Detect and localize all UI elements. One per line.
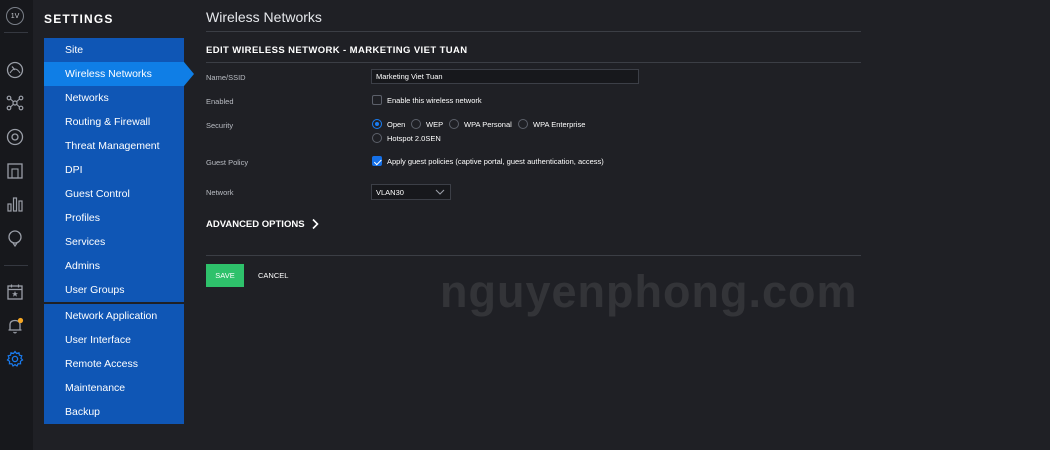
network-label: Network xyxy=(206,188,234,197)
devices-icon[interactable] xyxy=(5,127,25,147)
menu-item-remote-access[interactable]: Remote Access xyxy=(44,352,184,376)
dashboard-icon[interactable] xyxy=(5,60,25,80)
security-radio-wep[interactable] xyxy=(411,119,421,129)
rail-divider xyxy=(4,265,28,266)
menu-item-user-groups[interactable]: User Groups xyxy=(44,278,184,302)
menu-item-networks[interactable]: Networks xyxy=(44,86,184,110)
security-option-label: WPA Personal xyxy=(464,120,512,129)
security-radio-open[interactable] xyxy=(372,119,382,129)
enabled-label: Enabled xyxy=(206,97,234,106)
topology-icon[interactable] xyxy=(5,93,25,113)
menu-group: Site Wireless Networks Networks Routing … xyxy=(44,38,194,302)
menu-group: Network Application User Interface Remot… xyxy=(44,304,184,424)
guest-policy-checkbox-label: Apply guest policies (captive portal, gu… xyxy=(387,157,604,166)
icon-rail: 1V xyxy=(0,0,33,450)
menu-item-network-application[interactable]: Network Application xyxy=(44,304,184,328)
settings-menu: Site Wireless Networks Networks Routing … xyxy=(44,38,194,424)
security-option-label: Hotspot 2.0SEN xyxy=(387,134,441,143)
settings-title: SETTINGS xyxy=(44,12,114,26)
menu-item-site[interactable]: Site xyxy=(44,38,184,62)
statistics-icon[interactable] xyxy=(5,194,25,214)
enabled-checkbox[interactable] xyxy=(372,95,382,105)
network-select[interactable]: VLAN30 xyxy=(371,184,451,200)
section-title: EDIT WIRELESS NETWORK - MARKETING VIET T… xyxy=(206,45,468,56)
divider xyxy=(206,31,861,32)
ssid-input[interactable] xyxy=(371,69,639,84)
advanced-options-toggle[interactable]: ADVANCED OPTIONS xyxy=(206,219,305,230)
divider xyxy=(206,62,861,63)
enabled-checkbox-label: Enable this wireless network xyxy=(387,96,482,105)
chevron-down-icon xyxy=(435,189,445,195)
menu-item-maintenance[interactable]: Maintenance xyxy=(44,376,184,400)
menu-item-routing-firewall[interactable]: Routing & Firewall xyxy=(44,110,184,134)
cancel-button[interactable]: CANCEL xyxy=(252,264,294,287)
settings-icon[interactable] xyxy=(5,349,25,369)
menu-item-guest-control[interactable]: Guest Control xyxy=(44,182,184,206)
menu-item-dpi[interactable]: DPI xyxy=(44,158,184,182)
menu-item-user-interface[interactable]: User Interface xyxy=(44,328,184,352)
security-radio-wpa-enterprise[interactable] xyxy=(518,119,528,129)
ssid-label: Name/SSID xyxy=(206,73,246,82)
menu-item-admins[interactable]: Admins xyxy=(44,254,184,278)
security-radio-wpa-personal[interactable] xyxy=(449,119,459,129)
chevron-right-icon[interactable] xyxy=(311,218,319,230)
divider xyxy=(206,255,861,256)
guest-policy-checkbox[interactable] xyxy=(372,156,382,166)
user-avatar[interactable]: 1V xyxy=(6,7,24,25)
page-title: Wireless Networks xyxy=(206,9,322,25)
menu-item-wireless-networks[interactable]: Wireless Networks xyxy=(44,62,194,86)
menu-item-backup[interactable]: Backup xyxy=(44,400,184,424)
menu-item-threat-management[interactable]: Threat Management xyxy=(44,134,184,158)
menu-item-services[interactable]: Services xyxy=(44,230,184,254)
menu-item-profiles[interactable]: Profiles xyxy=(44,206,184,230)
security-radio-hotspot[interactable] xyxy=(372,133,382,143)
rail-divider xyxy=(4,32,28,33)
network-select-value: VLAN30 xyxy=(376,188,404,197)
guest-policy-label: Guest Policy xyxy=(206,158,249,167)
security-option-label: WPA Enterprise xyxy=(533,120,586,129)
watermark-text: nguyenphong.com xyxy=(440,266,858,317)
security-label: Security xyxy=(206,121,234,130)
security-option-label: WEP xyxy=(426,120,444,129)
alerts-icon[interactable] xyxy=(5,316,25,336)
clients-icon[interactable] xyxy=(5,161,25,181)
save-button[interactable]: SAVE xyxy=(206,264,244,287)
events-icon[interactable] xyxy=(5,282,25,302)
security-option-label: Open xyxy=(387,120,406,129)
insights-icon[interactable] xyxy=(5,228,25,248)
